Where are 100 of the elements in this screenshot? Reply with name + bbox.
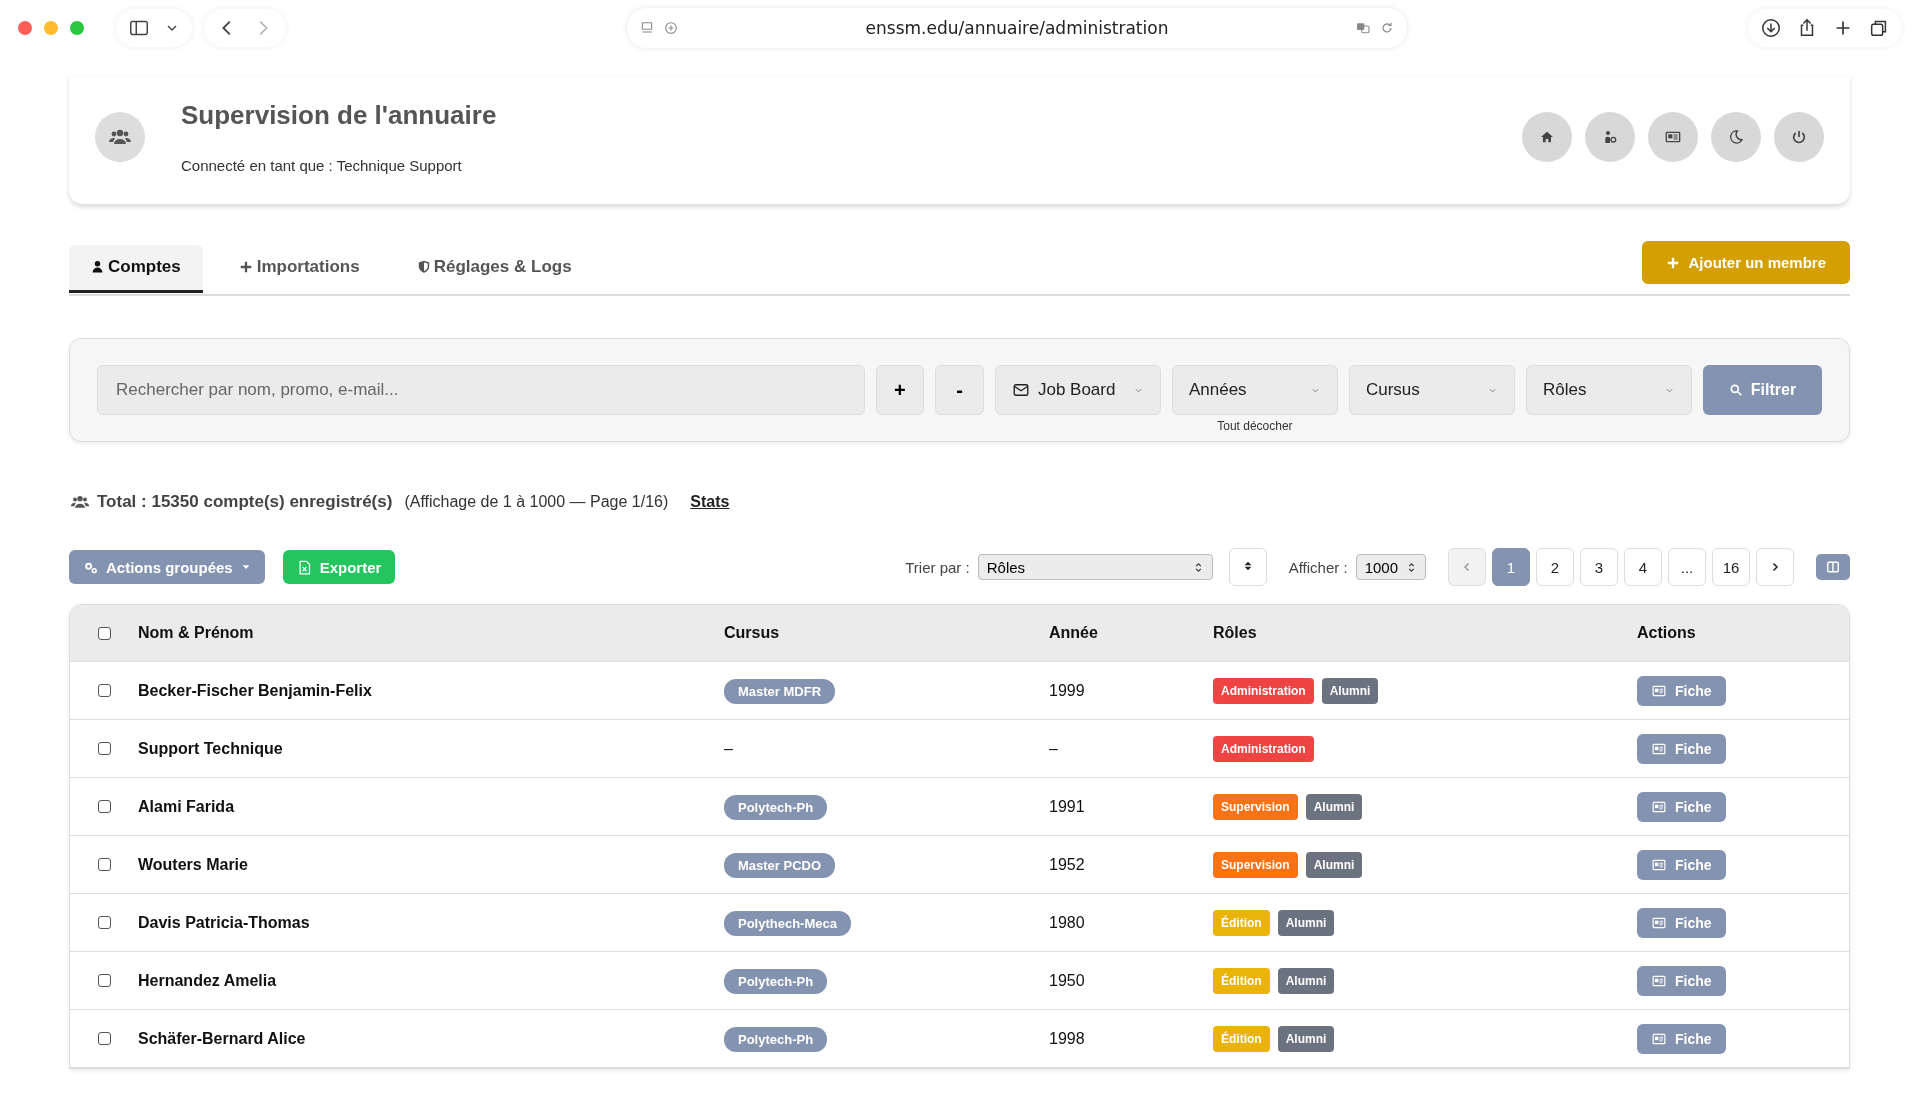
role-tag: Édition: [1213, 909, 1270, 936]
page-button[interactable]: 2: [1536, 548, 1574, 586]
role-tag: Supervision: [1213, 793, 1298, 820]
extension-icon[interactable]: [663, 20, 679, 36]
search-field[interactable]: Rechercher par nom, promo, e-mail...: [97, 365, 865, 415]
member-name: Support Technique: [138, 739, 283, 757]
row-checkbox[interactable]: [97, 916, 111, 929]
role-tag: Supervision: [1213, 851, 1298, 878]
row-checkbox[interactable]: [97, 974, 111, 987]
role-tag: Alumni: [1277, 1025, 1335, 1052]
moon-icon: [1728, 129, 1744, 145]
page-button[interactable]: ...: [1668, 548, 1706, 586]
select-all-checkbox[interactable]: [97, 626, 111, 640]
row-checkbox[interactable]: [97, 800, 111, 813]
page-button[interactable]: 16: [1712, 548, 1750, 586]
sort-label: Trier par :: [905, 558, 970, 576]
year-cell: 1999: [1049, 681, 1085, 699]
cursus-tag: Polytech-Ph: [724, 968, 828, 994]
reload-icon[interactable]: [1379, 20, 1395, 36]
cursus-tag: Polytech-Ph: [724, 794, 828, 820]
total-count: Total : 15350 compte(s) enregistré(s): [97, 492, 393, 512]
filter-dropdown[interactable]: Années: [1171, 365, 1338, 415]
year-cell: 1998: [1049, 1029, 1085, 1047]
plus-icon: [238, 259, 253, 274]
columns-toggle-button[interactable]: [1816, 554, 1850, 580]
row-checkbox[interactable]: [97, 1032, 111, 1045]
role-tag: Alumni: [1277, 967, 1335, 994]
caret-icon: [240, 562, 251, 572]
role-tag: Alumni: [1277, 909, 1335, 936]
remove-filter-button[interactable]: -: [935, 365, 984, 415]
plus-icon: [1666, 255, 1681, 270]
tab[interactable]: Réglages & Logs: [395, 244, 594, 293]
member-name: Hernandez Amelia: [138, 971, 277, 989]
users-icon: [95, 112, 145, 162]
column-header: Année: [1049, 624, 1098, 641]
user-icon: [91, 259, 104, 274]
shield-icon: [417, 259, 430, 274]
home-button[interactable]: [1522, 112, 1572, 162]
member-name: Alami Farida: [138, 797, 235, 815]
id-card-icon: [1651, 857, 1667, 872]
member-name: Davis Patricia-Thomas: [138, 913, 310, 931]
filter-dropdown[interactable]: Cursus: [1348, 365, 1515, 415]
column-header: Cursus: [724, 624, 780, 641]
column-header: Nom & Prénom: [138, 624, 254, 641]
cursus-tag: Master PCDO: [724, 852, 836, 878]
columns-icon: [1826, 560, 1840, 574]
member-name: Becker-Fischer Benjamin-Felix: [138, 681, 372, 699]
page-size-label: Afficher :: [1288, 558, 1348, 576]
id-card-icon: [1651, 973, 1667, 988]
address-bar[interactable]: enssm.edu/annuaire/administration: [627, 8, 1407, 48]
filter-dropdown[interactable]: Rôles: [1525, 365, 1692, 415]
search-icon: [1728, 383, 1743, 397]
sort-select[interactable]: Rôles: [977, 554, 1213, 580]
id-card-icon: [1651, 741, 1667, 756]
reader-icon[interactable]: [639, 20, 655, 36]
user-settings-button[interactable]: [1585, 112, 1635, 162]
tab[interactable]: Importations: [216, 244, 382, 293]
year-cell: 1980: [1049, 913, 1085, 931]
id-card-icon: [1651, 799, 1667, 814]
url-text: enssm.edu/annuaire/administration: [864, 18, 1170, 38]
role-tag: Édition: [1213, 1025, 1270, 1052]
logged-in-text: Connecté en tant que : Technique Support: [181, 157, 463, 174]
page-button[interactable]: 3: [1580, 548, 1618, 586]
envelope-icon: [1011, 381, 1030, 399]
dark-mode-button[interactable]: [1711, 112, 1761, 162]
user-gear-icon: [1602, 129, 1618, 145]
page-button[interactable]: 4: [1624, 548, 1662, 586]
cursus-tag: Master MDFR: [724, 678, 836, 704]
year-cell: –: [1049, 739, 1058, 757]
row-checkbox[interactable]: [97, 858, 111, 871]
page-range-text: (Affichage de 1 à 1000 — Page 1/16): [404, 493, 669, 511]
download-icon[interactable]: [1760, 17, 1782, 39]
member-name: Wouters Marie: [138, 855, 248, 873]
cursus-tag: Polythech-Meca: [724, 910, 851, 936]
year-cell: 1991: [1049, 797, 1085, 815]
role-tag: Alumni: [1321, 677, 1379, 704]
table-cell: –: [724, 739, 733, 757]
add-filter-button[interactable]: +: [875, 365, 925, 415]
page-title: Supervision de l'annuaire: [181, 100, 497, 131]
translate-icon[interactable]: [1355, 20, 1371, 36]
tab[interactable]: Comptes: [69, 244, 203, 293]
updown-icon: [1406, 560, 1417, 574]
role-tag: Alumni: [1305, 851, 1363, 878]
id-card-icon: [1651, 683, 1667, 698]
column-header: Actions: [1637, 624, 1696, 641]
column-header: Rôles: [1213, 624, 1257, 642]
page-size-select[interactable]: 1000: [1355, 554, 1426, 580]
close-window-button[interactable]: [18, 21, 32, 35]
id-card-button[interactable]: [1648, 112, 1698, 162]
role-tag: Administration: [1213, 735, 1314, 762]
home-icon: [1539, 129, 1555, 145]
logout-button[interactable]: [1774, 112, 1824, 162]
stats-link[interactable]: Stats: [690, 493, 730, 511]
year-cell: 1952: [1049, 855, 1085, 873]
role-tag: Administration: [1213, 677, 1314, 704]
filter-dropdown[interactable]: Job Board: [994, 365, 1161, 415]
row-checkbox[interactable]: [97, 742, 111, 755]
uncheck-all-link[interactable]: Tout décocher: [1171, 419, 1338, 433]
row-checkbox[interactable]: [97, 684, 111, 697]
id-card-icon: [1651, 915, 1667, 930]
